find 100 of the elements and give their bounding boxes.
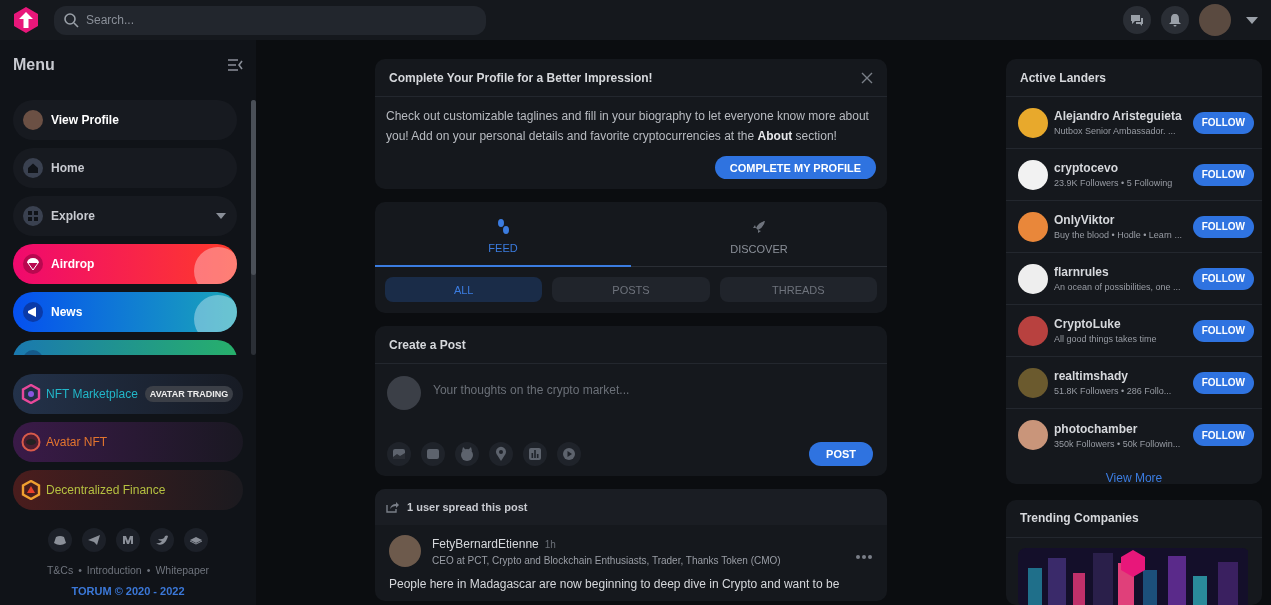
user-avatar [387,376,421,410]
home-icon [23,158,43,178]
filter-tab[interactable]: THREADS [719,277,877,302]
user-name[interactable]: CryptoLuke [1054,317,1187,331]
copyright-text: TORUM © 2020 - 2022 [70,585,186,597]
social-link[interactable] [48,528,72,552]
footer-link[interactable]: T&Cs [46,564,74,576]
composer-tool[interactable] [387,442,411,466]
social-link[interactable] [150,528,174,552]
user-avatar[interactable] [1018,263,1048,294]
caret-icon [1245,15,1259,25]
user-name[interactable]: Alejandro Aristeguieta [1054,109,1187,123]
card-title: Complete Your Profile for a Better Impression! [389,70,653,85]
follow-button[interactable]: FOLLOW [1192,371,1254,394]
social-link[interactable] [116,528,140,552]
user-avatar[interactable] [1018,159,1048,190]
social-link[interactable] [82,528,106,552]
feature-link[interactable]: NFT Marketplace AVATAR TRADING [13,374,243,414]
play-icon [561,446,577,462]
notifications-button[interactable] [1161,6,1189,34]
discord-icon [53,533,67,547]
card-title: Trending Companies [1020,511,1139,526]
composer-tool[interactable] [557,442,581,466]
follow-button[interactable]: FOLLOW [1192,267,1254,290]
menu-item[interactable]: Explore [13,196,237,236]
composer-tool[interactable] [455,442,479,466]
user-avatar[interactable] [1018,107,1048,138]
medium-icon [121,533,135,547]
hexagon-icon [21,480,41,500]
megaphone-icon [23,302,43,322]
user-subtitle: An ocean of possibilities, one ... [1054,282,1182,292]
footer-link[interactable]: Introduction [86,564,142,576]
follow-button[interactable]: FOLLOW [1192,163,1254,186]
more-icon [855,554,873,560]
user-subtitle: Nutbox Senior Ambassador. ... [1054,126,1177,136]
gif-icon [425,446,441,462]
author-avatar [389,535,421,567]
menu-title: Menu [13,56,55,74]
collapse-menu-icon [227,58,243,72]
user-subtitle: All good things takes time [1054,334,1158,344]
feature-link[interactable]: Avatar NFT [13,422,243,462]
user-avatar[interactable] [1018,420,1048,450]
feet-icon [495,218,511,234]
user-name[interactable]: OnlyViktor [1054,213,1187,227]
composer-tool[interactable] [523,442,547,466]
close-button[interactable] [861,71,873,84]
hexagon-icon [21,384,41,404]
menu-item[interactable]: Airdrop [13,244,237,284]
grid-icon [23,206,43,226]
complete-profile-button[interactable]: COMPLETE MY PROFILE [714,156,876,179]
user-subtitle: 51.8K Followers • 286 Follo... [1054,386,1173,396]
close-icon [861,71,873,84]
profile-avatar [23,110,43,130]
spread-note: 1 user spread this post [407,501,528,513]
parachute-icon [23,254,43,274]
card-title: Create a Post [389,337,466,352]
sticker-icon [459,446,475,462]
user-name[interactable]: realtimshady [1054,369,1187,383]
location-pin-icon [493,446,509,462]
author-name[interactable]: FetyBernardEtienne [432,536,539,551]
post-text: People here in Madagascar are now beginning to deep dive in Crypto and want to be [388,576,841,593]
menu-item[interactable]: View Profile [13,100,237,140]
search-field[interactable]: Search... [54,5,486,35]
feed-tab[interactable]: FEED [375,202,631,267]
prompt-text: Check out customizable taglines and fill in your biography to let everyone know more about you! Add on your personal details and favorite cryptocurrencies at the About section! [386,108,870,145]
filter-tab[interactable]: ALL [385,277,543,302]
post-button[interactable]: POST [809,442,873,466]
menu-item[interactable]: News [13,292,237,332]
bell-icon [1167,12,1183,28]
social-link[interactable] [184,528,208,552]
follow-button[interactable]: FOLLOW [1192,424,1254,446]
feed-tab[interactable]: DISCOVER [631,202,887,267]
card-title: Active Landers [1020,70,1107,85]
separator-dot: • [78,564,82,576]
bird-icon [155,533,169,547]
footer-link[interactable]: Whitepaper [155,564,210,576]
user-avatar[interactable] [1018,211,1048,242]
follow-button[interactable]: FOLLOW [1192,215,1254,238]
composer-tool[interactable] [421,442,445,466]
user-name[interactable]: photochamber [1054,421,1187,436]
user-subtitle: 23.9K Followers • 5 Following [1054,178,1174,188]
rocket-icon [751,218,767,235]
scrollbar-thumb[interactable] [251,100,256,275]
author-tagline: CEO at PCT, Crypto and Blockchain Enthusiasts, Trader, Thanks Token (CMO) [432,554,781,566]
share-icon [385,500,399,514]
composer-tool[interactable] [489,442,513,466]
menu-item[interactable]: Home [13,148,237,188]
bar-chart-icon [527,446,543,462]
user-name[interactable]: flarnrules [1054,265,1187,279]
user-name[interactable]: cryptocevo [1054,161,1187,175]
view-more-link[interactable]: View More [1006,461,1262,484]
search-icon [63,11,79,28]
filter-tab[interactable]: POSTS [552,277,710,302]
user-subtitle: Buy the blood • Hodle • Learn ... [1054,230,1183,240]
feature-badge: AVATAR TRADING [144,386,234,402]
follow-button[interactable]: FOLLOW [1192,319,1254,342]
post-input-field[interactable]: Your thoughts on the crypto market... [431,382,873,398]
follow-button[interactable]: FOLLOW [1192,111,1254,134]
chat-button[interactable] [1123,6,1151,34]
feature-link[interactable]: Decentralized Finance [13,470,243,510]
